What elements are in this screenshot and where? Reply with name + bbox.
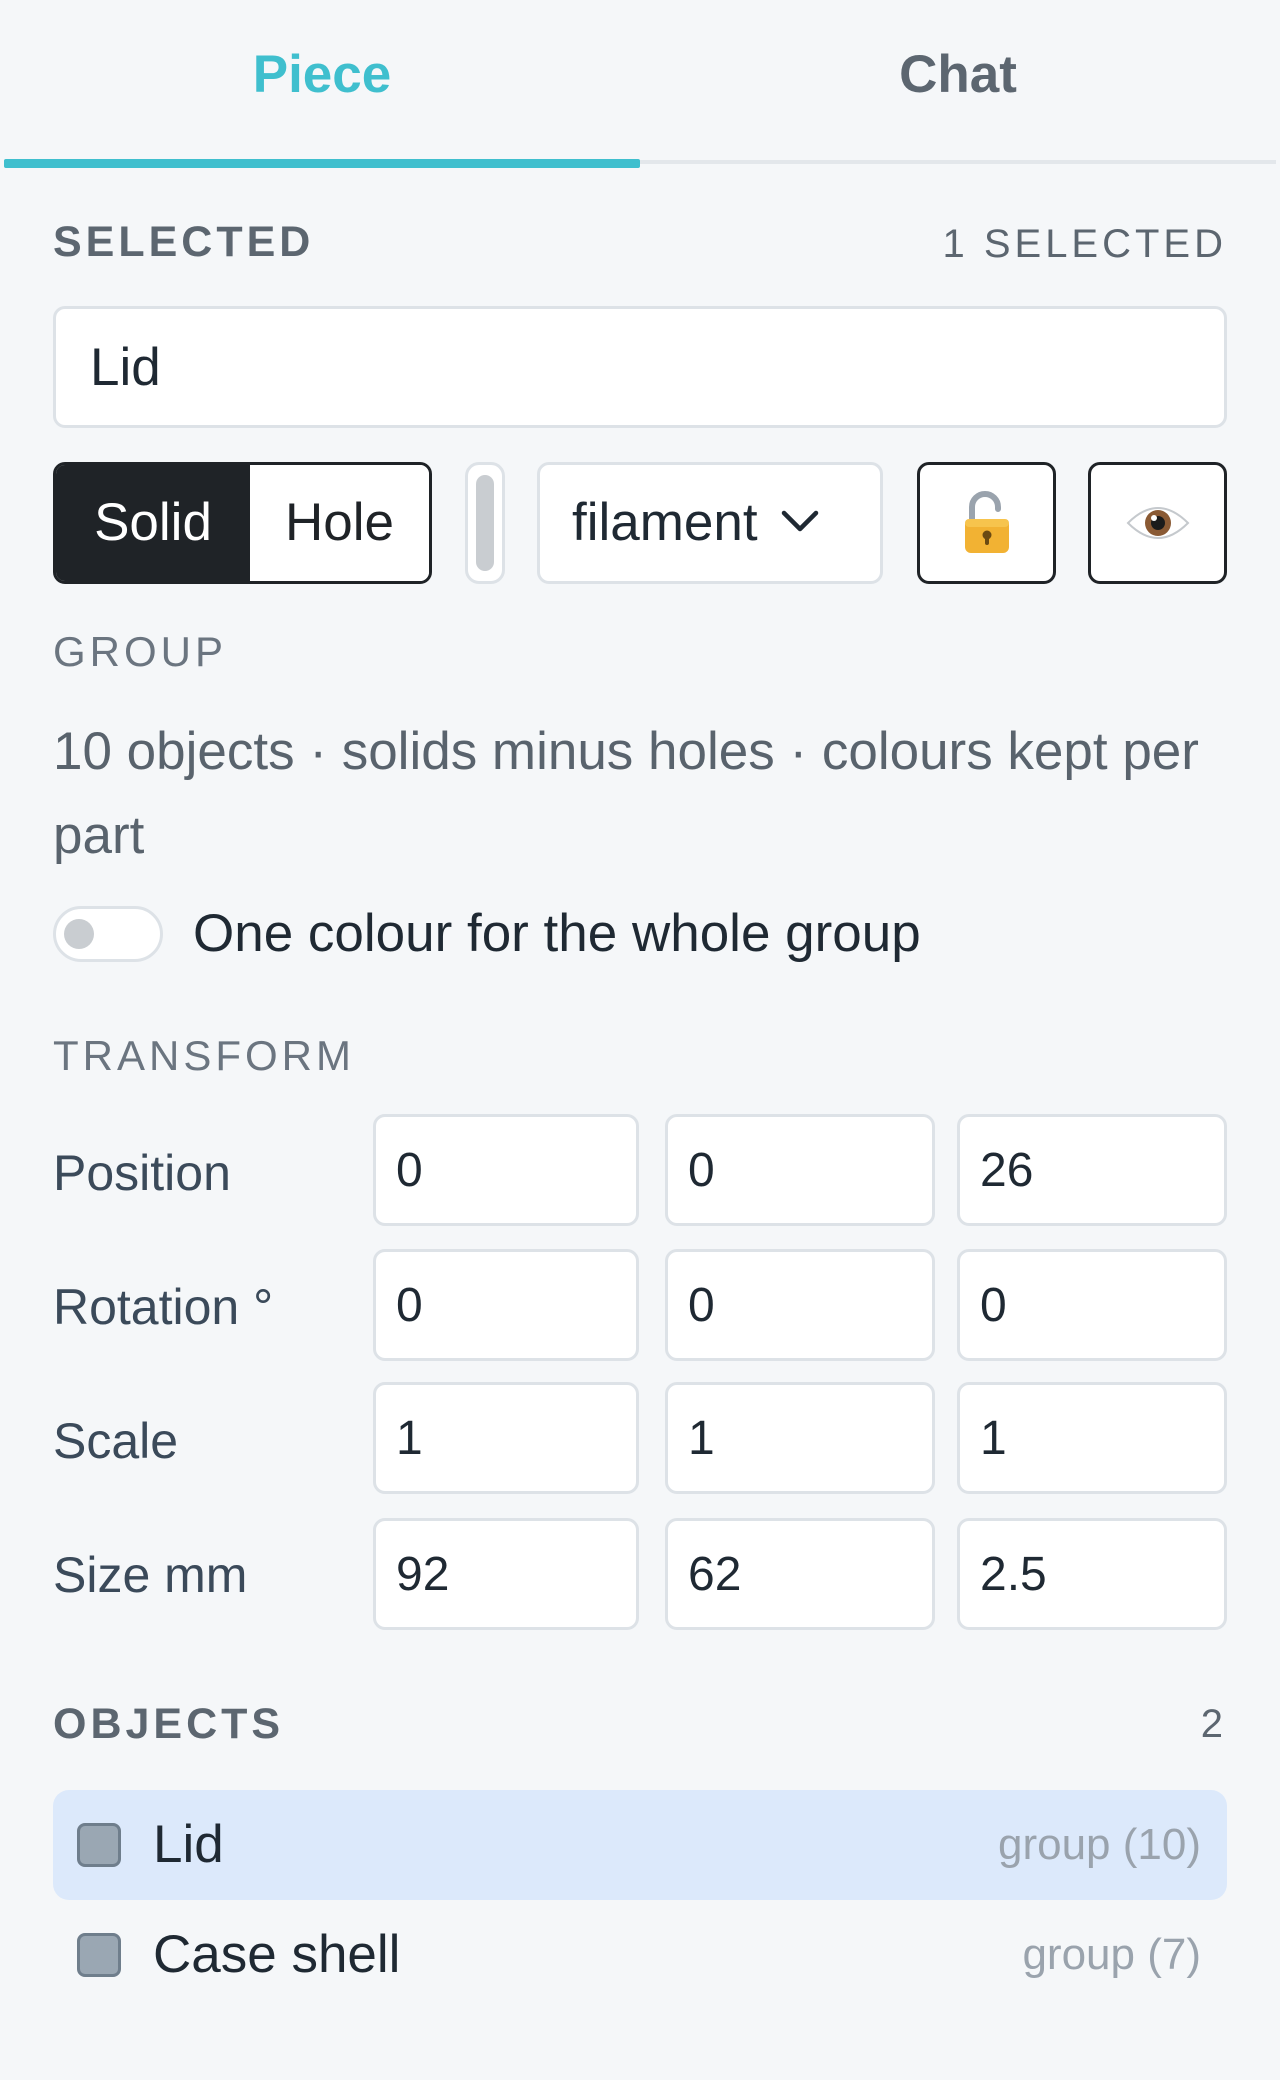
objects-count: 2 bbox=[1200, 1702, 1227, 1746]
hole-button[interactable]: Hole bbox=[250, 465, 429, 581]
object-checkbox[interactable] bbox=[77, 1933, 121, 1977]
color-swatch-fill bbox=[476, 475, 494, 571]
color-swatch[interactable] bbox=[465, 462, 505, 584]
piece-name-input[interactable] bbox=[53, 306, 1227, 428]
rotation-x-input[interactable] bbox=[373, 1249, 639, 1361]
solid-button[interactable]: Solid bbox=[56, 465, 250, 581]
objects-heading: OBJECTS bbox=[53, 1700, 285, 1748]
toggle-knob bbox=[64, 919, 94, 949]
object-name: Case shell bbox=[153, 1925, 401, 1984]
rotation-label: Rotation ° bbox=[53, 1279, 274, 1335]
selected-count: 1 SELECTED bbox=[942, 222, 1227, 266]
tab-chat[interactable]: Chat bbox=[640, 0, 1276, 164]
size-y-input[interactable] bbox=[665, 1518, 935, 1630]
visibility-button[interactable] bbox=[1088, 462, 1227, 584]
eye-icon bbox=[1126, 507, 1189, 539]
size-z-input[interactable] bbox=[957, 1518, 1227, 1630]
tab-bar: Piece Chat bbox=[4, 0, 1276, 168]
group-heading: GROUP bbox=[53, 628, 228, 675]
object-name: Lid bbox=[153, 1815, 224, 1874]
object-group-count: group (7) bbox=[1022, 1930, 1201, 1979]
material-select-value: filament bbox=[572, 493, 758, 552]
object-row-case-shell[interactable]: Case shell group (7) bbox=[53, 1900, 1227, 2010]
scale-x-input[interactable] bbox=[373, 1382, 639, 1494]
size-x-input[interactable] bbox=[373, 1518, 639, 1630]
position-y-input[interactable] bbox=[665, 1114, 935, 1226]
solid-hole-toggle: Solid Hole bbox=[53, 462, 432, 584]
single-colour-toggle[interactable] bbox=[53, 906, 163, 962]
chevron-down-icon bbox=[781, 510, 819, 532]
object-row-lid[interactable]: Lid group (10) bbox=[53, 1790, 1227, 1900]
selected-heading: SELECTED bbox=[53, 218, 315, 266]
single-colour-toggle-label: One colour for the whole group bbox=[193, 904, 921, 963]
group-description: 10 objects · solids minus holes · colour… bbox=[53, 722, 1199, 865]
scale-y-input[interactable] bbox=[665, 1382, 935, 1494]
position-x-input[interactable] bbox=[373, 1114, 639, 1226]
scale-label: Scale bbox=[53, 1413, 179, 1469]
rotation-z-input[interactable] bbox=[957, 1249, 1227, 1361]
properties-panel: Piece Chat SELECTED 1 SELECTED Solid Hol… bbox=[0, 0, 1280, 2080]
object-group-count: group (10) bbox=[997, 1820, 1201, 1869]
size-label: Size mm bbox=[53, 1547, 248, 1603]
position-z-input[interactable] bbox=[957, 1114, 1227, 1226]
tab-piece[interactable]: Piece bbox=[4, 0, 640, 168]
scale-z-input[interactable] bbox=[957, 1382, 1227, 1494]
transform-heading: TRANSFORM bbox=[53, 1032, 355, 1079]
rotation-y-input[interactable] bbox=[665, 1249, 935, 1361]
lock-button[interactable] bbox=[917, 462, 1056, 584]
material-select[interactable]: filament bbox=[537, 462, 883, 584]
object-checkbox[interactable] bbox=[77, 1823, 121, 1867]
unlocked-padlock-icon bbox=[964, 491, 1009, 553]
position-label: Position bbox=[53, 1145, 231, 1201]
